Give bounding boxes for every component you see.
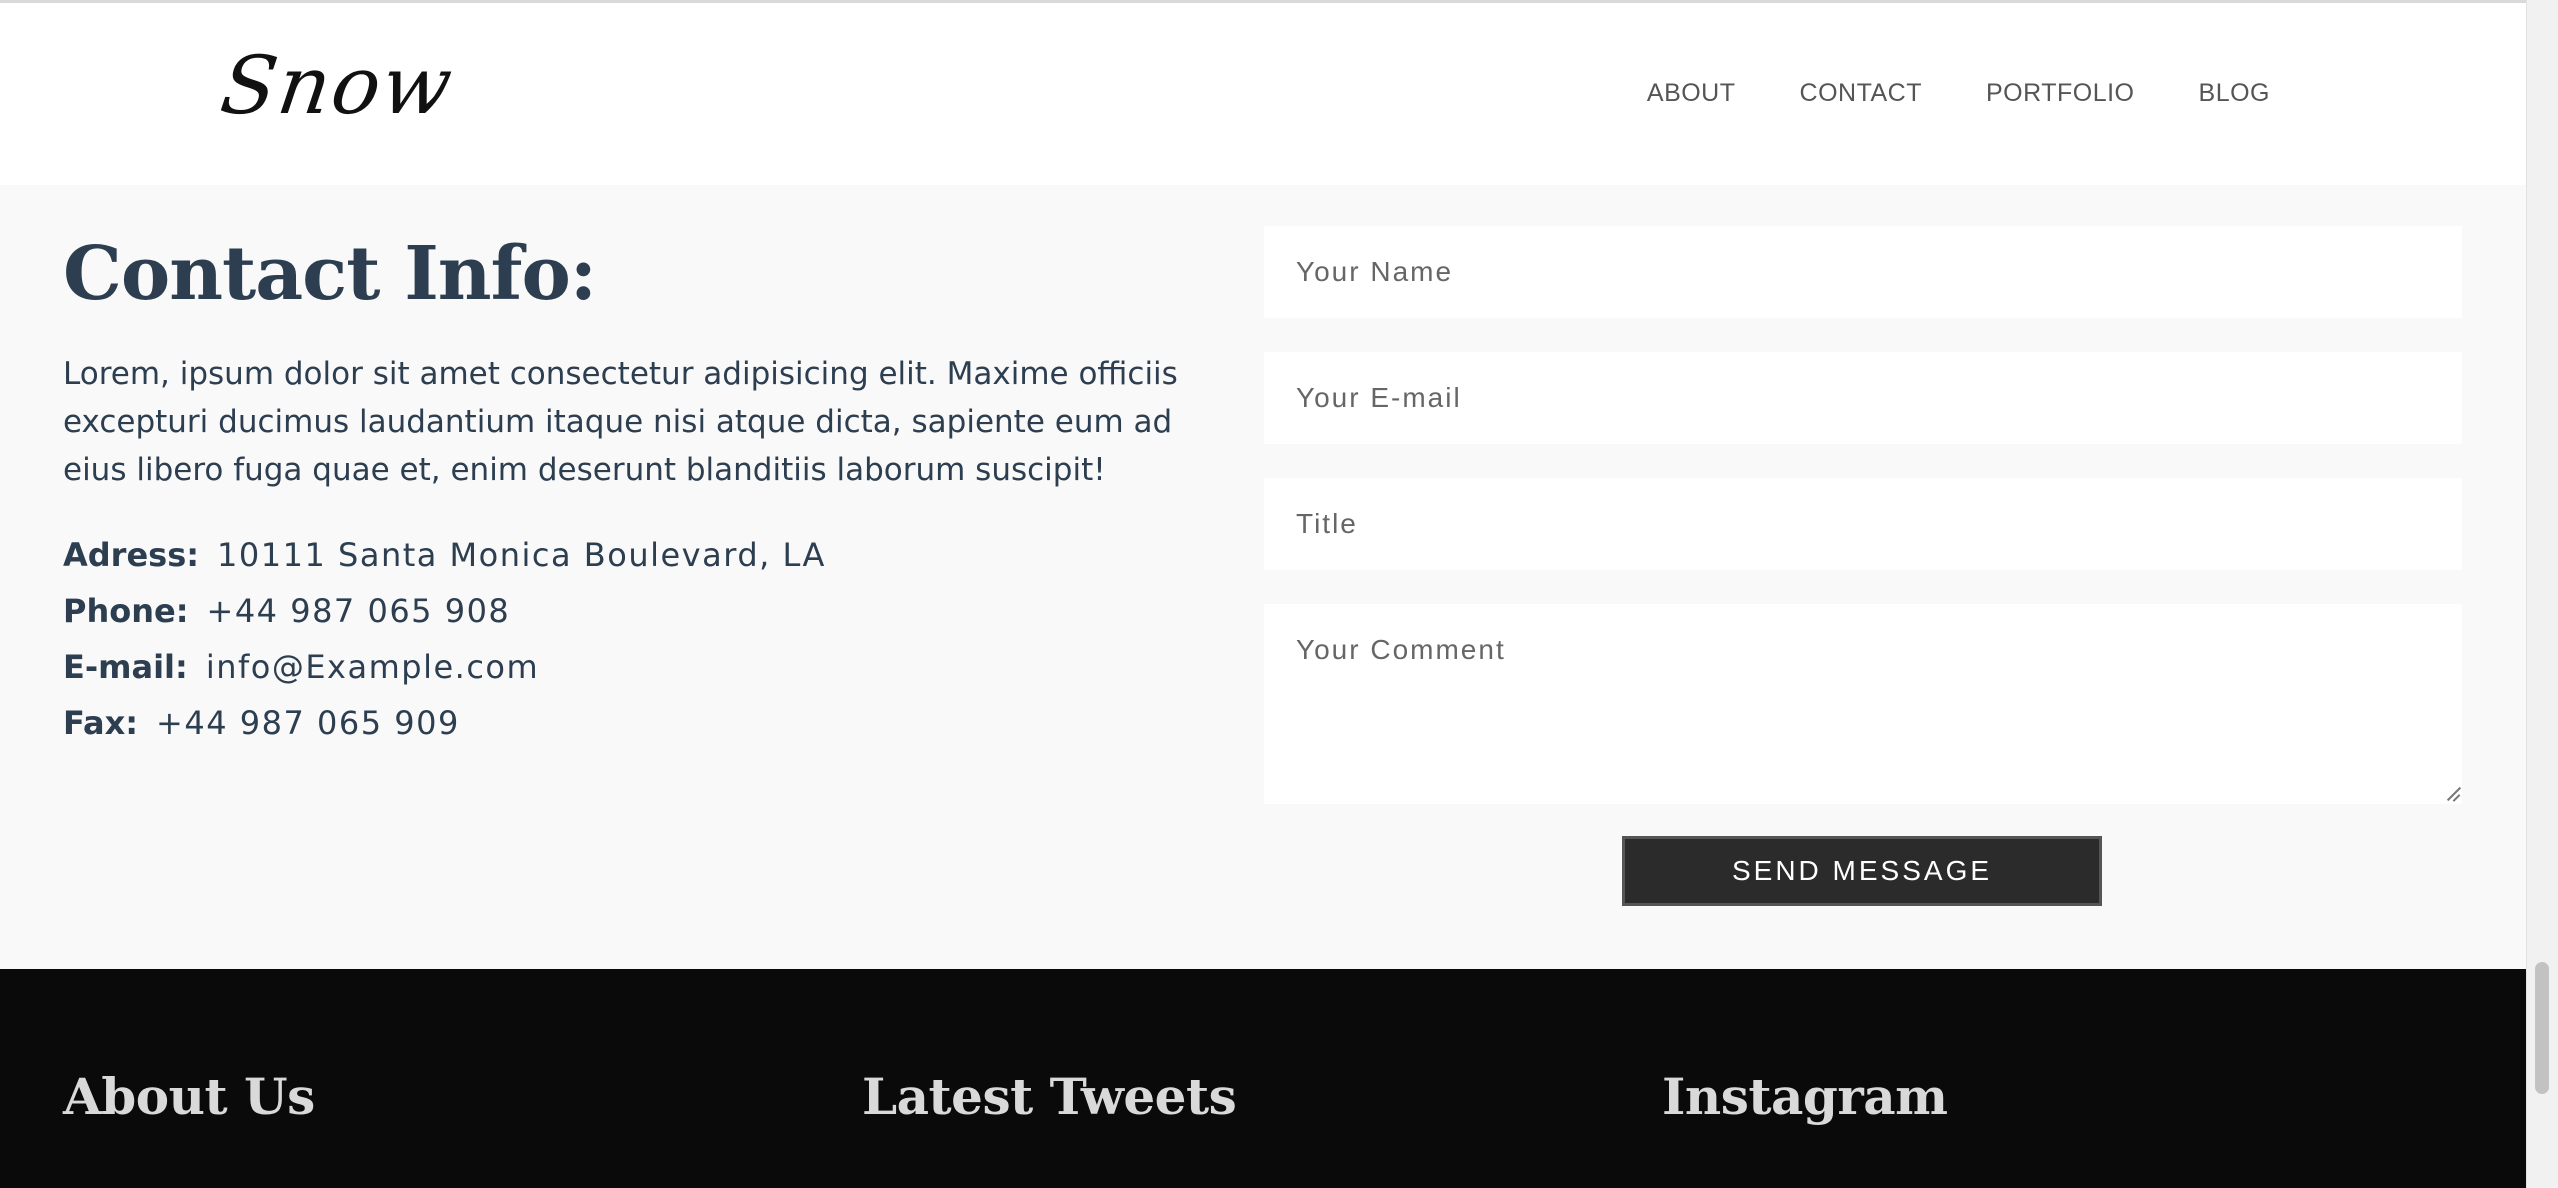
email-label: E-mail:: [63, 648, 188, 686]
contact-description: Lorem, ipsum dolor sit amet consectetur …: [63, 356, 1178, 488]
address-label: Adress:: [63, 536, 200, 574]
footer-about-title: About Us: [63, 1067, 315, 1126]
nav-blog[interactable]: BLOG: [2199, 79, 2270, 108]
email-input-placeholder: Your E-mail: [1296, 382, 1462, 413]
footer-tweets-title: Latest Tweets: [862, 1067, 1237, 1126]
phone-label: Phone:: [63, 592, 189, 630]
main-nav: ABOUT CONTACT PORTFOLIO BLOG: [1583, 79, 2270, 108]
nav-about[interactable]: ABOUT: [1647, 79, 1736, 108]
email-value: info@Example.com: [205, 648, 540, 686]
send-message-button[interactable]: SEND MESSAGE: [1622, 836, 2102, 906]
fax-value: +44 987 065 909: [156, 704, 460, 742]
address-value: 10111 Santa Monica Boulevard, LA: [217, 536, 826, 574]
fax-label: Fax:: [63, 704, 139, 742]
address-row: Adress: 10111 Santa Monica Boulevard, LA: [63, 536, 826, 574]
contact-section: Contact Info: Lorem, ipsum dolor sit ame…: [0, 185, 2526, 969]
phone-value: +44 987 065 908: [206, 592, 511, 630]
site-header: Snow ABOUT CONTACT PORTFOLIO BLOG: [0, 3, 2526, 185]
phone-row: Phone: +44 987 065 908: [63, 592, 510, 630]
name-input[interactable]: Your Name: [1264, 226, 2462, 318]
resize-handle-icon[interactable]: [2444, 786, 2460, 802]
nav-portfolio[interactable]: PORTFOLIO: [1986, 79, 2135, 108]
comment-textarea[interactable]: Your Comment: [1264, 604, 2462, 804]
site-footer: About Us Latest Tweets Instagram: [0, 969, 2526, 1188]
contact-title: Contact Info:: [63, 231, 597, 317]
email-row: E-mail: info@Example.com: [63, 648, 539, 686]
page-scrollbar[interactable]: [2526, 0, 2558, 1188]
comment-placeholder: Your Comment: [1296, 634, 1506, 665]
email-input[interactable]: Your E-mail: [1264, 352, 2462, 444]
site-logo[interactable]: Snow: [215, 39, 459, 132]
nav-contact[interactable]: CONTACT: [1800, 79, 1922, 108]
fax-row: Fax: +44 987 065 909: [63, 704, 460, 742]
title-input[interactable]: Title: [1264, 478, 2462, 570]
name-input-placeholder: Your Name: [1296, 256, 1454, 287]
footer-instagram-title: Instagram: [1662, 1067, 1948, 1126]
scrollbar-thumb[interactable]: [2535, 962, 2549, 1094]
title-input-placeholder: Title: [1296, 508, 1358, 539]
